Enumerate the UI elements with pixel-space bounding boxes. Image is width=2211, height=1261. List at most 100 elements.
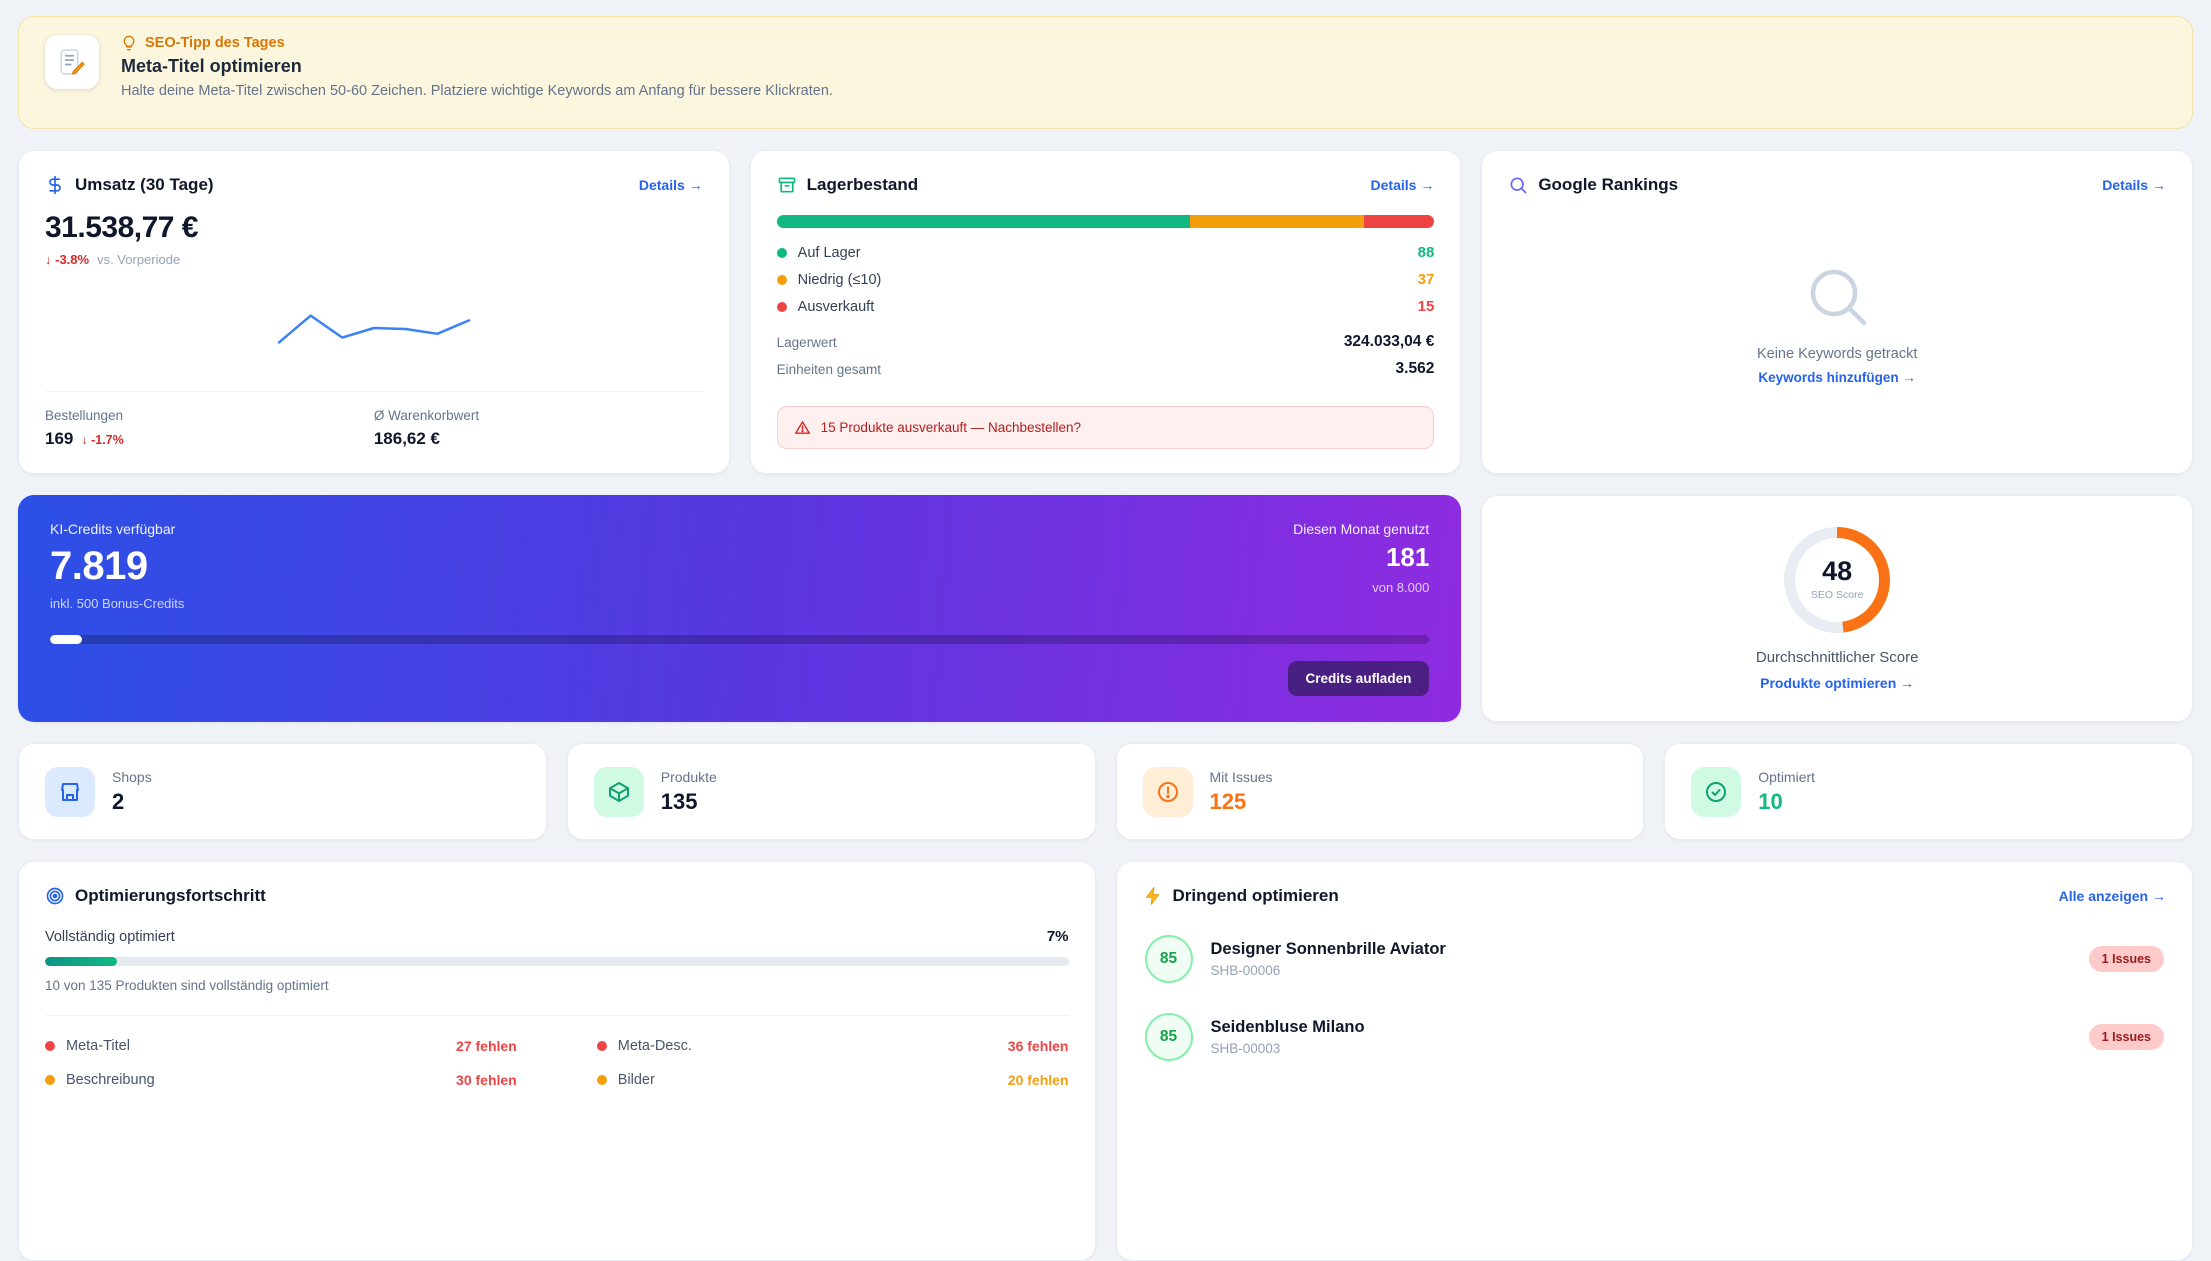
credits-top: KI-Credits verfügbar 7.819 inkl. 500 Bon…: [50, 521, 1429, 611]
field-dot-0: [45, 1041, 55, 1051]
credits-used-label: Diesen Monat genutzt: [1293, 521, 1430, 537]
alert-circle-icon: [1142, 766, 1193, 817]
optimize-products-link[interactable]: Produkte optimieren →: [1760, 675, 1914, 691]
revenue-title: Umsatz (30 Tage): [75, 175, 214, 194]
stat-products-label: Produkte: [660, 768, 717, 785]
revenue-details-link[interactable]: Details →: [639, 177, 703, 193]
score-badge-0: 85: [1144, 935, 1193, 983]
optimization-progress-fill: [45, 957, 117, 966]
stat-issues-label: Mit Issues: [1209, 768, 1273, 785]
seo-score-caption: Durchschnittlicher Score: [1755, 648, 1919, 666]
field-row-meta-desc: Meta-Desc. 36 fehlen: [596, 1038, 1069, 1054]
credits-used-total: von 8.000: [1372, 580, 1430, 595]
field-count-2: 30 fehlen: [456, 1072, 517, 1088]
stat-shops-label: Shops: [112, 768, 152, 785]
warning-triangle-icon: [794, 421, 810, 434]
basket-value: 186,62 €: [373, 429, 441, 448]
units-value: 3.562: [1395, 360, 1435, 377]
stock-value-row: Lagerwert 324.033,04 €: [777, 333, 1435, 351]
bottom-row: Optimierungsfortschritt Vollständig opti…: [18, 861, 2193, 1261]
memo-icon: [45, 35, 99, 89]
tip-row: SEO-Tipp des Tages: [121, 35, 833, 51]
tip-title: Meta-Titel optimieren: [121, 56, 302, 76]
stock-bar-segment-1: [1190, 215, 1364, 228]
inventory-legend-value-0: 88: [1417, 244, 1435, 261]
urgent-list: 85 Designer Sonnenbrille Aviator SHB-000…: [1143, 920, 2167, 1076]
inventory-details-link[interactable]: Details →: [1371, 177, 1435, 193]
inventory-legend-value-1: 37: [1417, 271, 1435, 288]
stat-optimized-value: 10: [1758, 788, 1783, 814]
stat-card-issues: Mit Issues 125: [1115, 743, 1645, 840]
tip-description: Halte deine Meta-Titel zwischen 50-60 Ze…: [121, 83, 833, 99]
urgent-optimize-card: Dringend optimieren Alle anzeigen → 85 D…: [1115, 861, 2193, 1261]
add-keywords-link[interactable]: Keywords hinzufügen →: [1758, 370, 1916, 385]
score-badge-1: 85: [1144, 1013, 1193, 1061]
optimization-progress-card: Optimierungsfortschritt Vollständig opti…: [18, 861, 1096, 1261]
kpi-row: Umsatz (30 Tage) Details → 31.538,77 € ↓…: [18, 150, 2193, 474]
stat-products-text: Produkte 135: [661, 769, 717, 815]
credits-available-block: KI-Credits verfügbar 7.819 inkl. 500 Bon…: [50, 521, 184, 611]
credits-used-value: 181: [1385, 542, 1430, 572]
rankings-title: Google Rankings: [1538, 175, 1679, 194]
field-row-meta-title: Meta-Titel 27 fehlen: [45, 1038, 517, 1054]
inventory-card: Lagerbestand Details → Auf Lager 88 Nied…: [749, 150, 1462, 474]
credits-progress: [50, 635, 1430, 644]
legend-label-low: Niedrig (≤10): [797, 271, 882, 288]
basket-stat: Ø Warenkorbwert 186,62 €: [374, 408, 703, 449]
dollar-icon: [45, 175, 65, 195]
rankings-details-link[interactable]: Details →: [2102, 177, 2166, 193]
urgent-item-0[interactable]: 85 Designer Sonnenbrille Aviator SHB-000…: [1143, 920, 2167, 998]
missing-fields-grid: Meta-Titel 27 fehlen Meta-Desc. 36 fehle…: [45, 1015, 1069, 1088]
issues-pill-1: 1 Issues: [2088, 1024, 2164, 1050]
credits-row: KI-Credits verfügbar 7.819 inkl. 500 Bon…: [18, 495, 2193, 722]
optimization-caption: 10 von 135 Produkten sind vollständig op…: [45, 978, 329, 993]
seo-score-gauge-inner: 48 SEO Score: [1795, 537, 1880, 622]
field-label-description: Beschreibung: [66, 1072, 155, 1088]
search-empty-icon: [1801, 260, 1873, 332]
orders-change: ↓ -1.7%: [81, 433, 124, 447]
field-count-0: 27 fehlen: [456, 1038, 517, 1054]
seo-tip-banner: SEO-Tipp des Tages Meta-Titel optimieren…: [18, 16, 2193, 129]
field-dot-2: [45, 1075, 55, 1085]
basket-label: Ø Warenkorbwert: [373, 408, 480, 423]
stock-value-label: Lagerwert: [776, 334, 837, 350]
legend-row-in-stock: Auf Lager 88: [776, 244, 1435, 261]
inventory-legend-dot-2: [776, 301, 787, 312]
urgent-item-0-text: Designer Sonnenbrille Aviator SHB-00006: [1211, 940, 1446, 978]
inventory-card-header: Lagerbestand Details →: [777, 175, 1435, 195]
view-all-link[interactable]: Alle anzeigen →: [2059, 888, 2166, 904]
credits-available-value: 7.819: [50, 544, 148, 588]
legend-label-in-stock: Auf Lager: [797, 244, 861, 261]
optimization-summary-row: Vollständig optimiert 7%: [45, 928, 1069, 945]
inventory-legend-value-2: 15: [1417, 298, 1435, 315]
stat-shops-value: 2: [112, 788, 125, 814]
banner-text: SEO-Tipp des Tages Meta-Titel optimieren…: [121, 35, 833, 99]
field-label-meta-desc: Meta-Desc.: [617, 1038, 692, 1054]
field-label-images: Bilder: [617, 1072, 655, 1088]
out-of-stock-alert: 15 Produkte ausverkauft — Nachbestellen?: [776, 406, 1435, 449]
dashboard-page: SEO-Tipp des Tages Meta-Titel optimieren…: [0, 0, 2211, 1261]
lightbulb-icon: [121, 35, 137, 51]
orders-label: Bestellungen: [45, 408, 124, 423]
field-dot-1: [596, 1041, 607, 1051]
seo-score-value: 48: [1822, 556, 1853, 586]
recharge-credits-button[interactable]: Credits aufladen: [1287, 661, 1430, 696]
optimization-title: Optimierungsfortschritt: [75, 886, 266, 905]
revenue-sparkline: [45, 267, 703, 391]
urgent-item-1[interactable]: 85 Seidenbluse Milano SHB-00003 1 Issues: [1143, 998, 2167, 1076]
inventory-title: Lagerbestand: [806, 175, 919, 194]
field-label-meta-title: Meta-Titel: [66, 1038, 130, 1054]
issues-pill-0: 1 Issues: [2088, 946, 2164, 972]
tip-label: SEO-Tipp des Tages: [145, 35, 285, 51]
package-icon: [593, 766, 644, 817]
stat-card-shops: Shops 2: [18, 743, 547, 840]
orders-value: 169: [45, 429, 74, 448]
units-label: Einheiten gesamt: [776, 361, 881, 377]
inventory-legend-dot-0: [776, 247, 787, 258]
archive-icon: [777, 175, 797, 195]
credits-actions: Credits aufladen: [50, 661, 1430, 696]
stock-legend: Auf Lager 88 Niedrig (≤10) 37 Ausverkauf…: [776, 244, 1435, 315]
product-sku-1: SHB-00003: [1210, 1041, 1281, 1056]
credits-bonus-note: inkl. 500 Bonus-Credits: [50, 596, 185, 611]
revenue-value: 31.538,77 €: [45, 211, 198, 244]
